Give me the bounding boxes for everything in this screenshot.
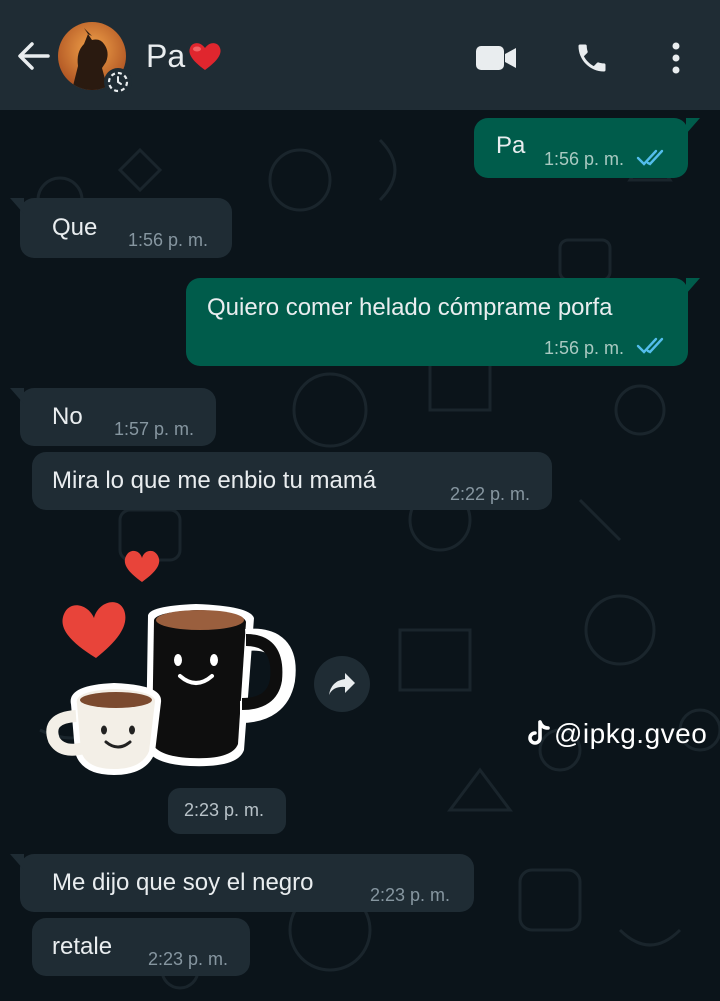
contact-name[interactable]: Pa <box>146 36 223 76</box>
video-camera-icon <box>476 46 516 70</box>
more-vert-icon <box>672 42 680 74</box>
message-text: Que <box>52 214 98 241</box>
message-time: 2:23 p. m. <box>370 885 451 905</box>
incoming-message[interactable]: No 1:57 p. m. <box>10 388 216 446</box>
incoming-message[interactable]: Me dijo que soy el negro 2:23 p. m. <box>10 854 474 912</box>
status-ring-icon <box>104 68 132 96</box>
message-time: 2:23 p. m. <box>148 949 229 969</box>
outgoing-message[interactable]: Quiero comer helado cómprame porfa 1:56 … <box>186 278 700 366</box>
video-call-button[interactable] <box>474 36 518 80</box>
watermark-text: @ipkg.gveo <box>554 718 708 749</box>
tiktok-logo-icon <box>528 720 550 745</box>
message-text: retale <box>52 933 113 960</box>
double-check-read-icon <box>636 149 664 166</box>
message-text: Mira lo que me enbio tu mamá <box>52 467 377 494</box>
message-time: 1:57 p. m. <box>114 419 195 439</box>
phone-icon <box>578 44 606 72</box>
back-button[interactable] <box>14 36 54 76</box>
tiktok-watermark: @ipkg.gveo <box>526 718 707 750</box>
incoming-message[interactable]: Que 1:56 p. m. <box>10 198 232 258</box>
message-time: 1:56 p. m. <box>544 338 625 358</box>
heart-emoji-icon <box>189 43 221 70</box>
double-check-read-icon <box>636 337 664 354</box>
message-text: Pa <box>496 132 526 159</box>
voice-call-button[interactable] <box>570 36 614 80</box>
message-time: 1:56 p. m. <box>544 149 625 169</box>
message-time: 2:22 p. m. <box>450 484 531 504</box>
coffee-mugs-love-sticker[interactable] <box>40 540 300 780</box>
menu-button[interactable] <box>654 36 698 80</box>
message-text: No <box>52 403 83 430</box>
sticker-time-badge: 2:23 p. m. <box>168 788 286 834</box>
message-time: 1:56 p. m. <box>128 230 209 250</box>
share-arrow-icon <box>329 673 355 695</box>
outgoing-message[interactable]: Pa 1:56 p. m. <box>474 118 700 178</box>
message-text: Quiero comer helado cómprame porfa <box>207 294 613 321</box>
incoming-message[interactable]: retale 2:23 p. m. <box>32 918 250 976</box>
incoming-message[interactable]: Mira lo que me enbio tu mamá 2:22 p. m. <box>32 452 552 510</box>
forward-button[interactable] <box>314 656 370 712</box>
message-text: Me dijo que soy el negro <box>52 869 314 896</box>
chat-header: Pa <box>0 0 720 110</box>
contact-name-text: Pa <box>146 38 186 74</box>
arrow-left-icon <box>18 42 50 70</box>
message-time: 2:23 p. m. <box>184 800 265 820</box>
